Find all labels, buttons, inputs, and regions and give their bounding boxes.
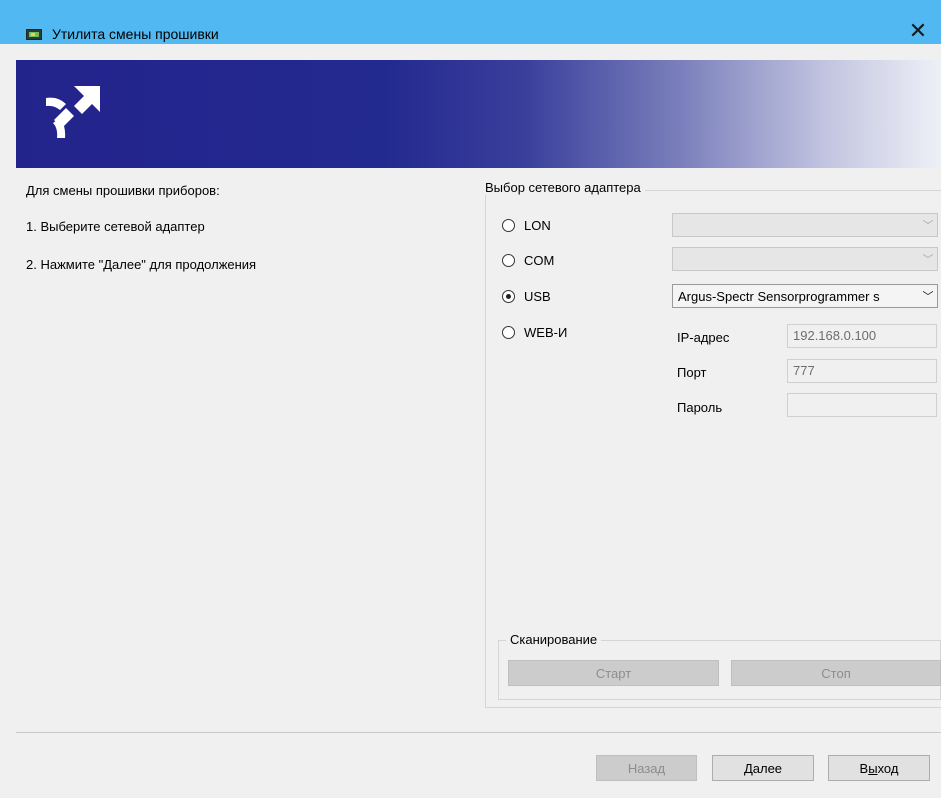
next-button[interactable]: Далее <box>712 755 814 781</box>
instructions-heading: Для смены прошивки приборов: <box>26 183 220 198</box>
chevron-down-icon: ﹀ <box>922 254 934 266</box>
radio-usb-circle[interactable] <box>502 290 515 303</box>
lon-adapter-select: ﹀ <box>672 213 938 237</box>
port-label: Порт <box>677 365 707 380</box>
close-icon: ✕ <box>908 18 928 43</box>
instruction-step-2: 2. Нажмите "Далее" для продолжения <box>26 257 257 272</box>
close-button[interactable]: ✕ <box>895 18 941 44</box>
radio-usb-label: USB <box>524 289 551 304</box>
radio-web-circle[interactable] <box>502 326 515 339</box>
exit-button[interactable]: Вы ход <box>828 755 930 781</box>
firmware-chip-icon <box>26 29 42 40</box>
adapter-group-label: Выбор сетевого адаптера <box>481 180 645 195</box>
scan-start-button[interactable]: Старт <box>508 660 719 686</box>
password-label: Пароль <box>677 400 723 415</box>
password-field <box>787 393 937 417</box>
ip-address-field: 192.168.0.100 <box>787 324 937 348</box>
chevron-down-icon: ﹀ <box>922 220 934 232</box>
radio-lon-circle[interactable] <box>502 219 515 232</box>
ip-address-label: IP-адрес <box>677 330 730 345</box>
title-bar: Утилита смены прошивки ✕ <box>0 0 941 44</box>
radio-usb[interactable]: USB <box>502 289 551 304</box>
radio-web-label: WEB-И <box>524 325 568 340</box>
radio-web[interactable]: WEB-И <box>502 325 567 340</box>
port-field: 777 <box>787 359 937 383</box>
com-port-select: ﹀ <box>672 247 938 271</box>
exit-label-suffix: ход <box>877 760 899 776</box>
network-arrow-logo-icon <box>46 86 100 138</box>
exit-label-prefix: В <box>859 760 869 776</box>
window-edge <box>0 44 16 798</box>
exit-label-mnemonic: ы <box>868 760 878 776</box>
scan-group-label: Сканирование <box>506 632 602 647</box>
window-title: Утилита смены прошивки <box>52 26 219 42</box>
radio-lon[interactable]: LON <box>502 218 551 233</box>
radio-com[interactable]: COM <box>502 253 554 268</box>
header-banner <box>16 60 941 168</box>
instruction-step-1: 1. Выберите сетевой адаптер <box>26 219 205 234</box>
back-button[interactable]: Назад <box>596 755 697 781</box>
usb-device-select[interactable]: Argus-Spectr Sensorprogrammer s ﹀ <box>672 284 938 308</box>
usb-select-value: Argus-Spectr Sensorprogrammer s <box>678 288 880 304</box>
radio-com-label: COM <box>524 253 555 268</box>
radio-com-circle[interactable] <box>502 254 515 267</box>
radio-lon-label: LON <box>524 218 551 233</box>
scan-stop-button[interactable]: Стоп <box>731 660 941 686</box>
chevron-down-icon[interactable]: ﹀ <box>919 285 937 307</box>
